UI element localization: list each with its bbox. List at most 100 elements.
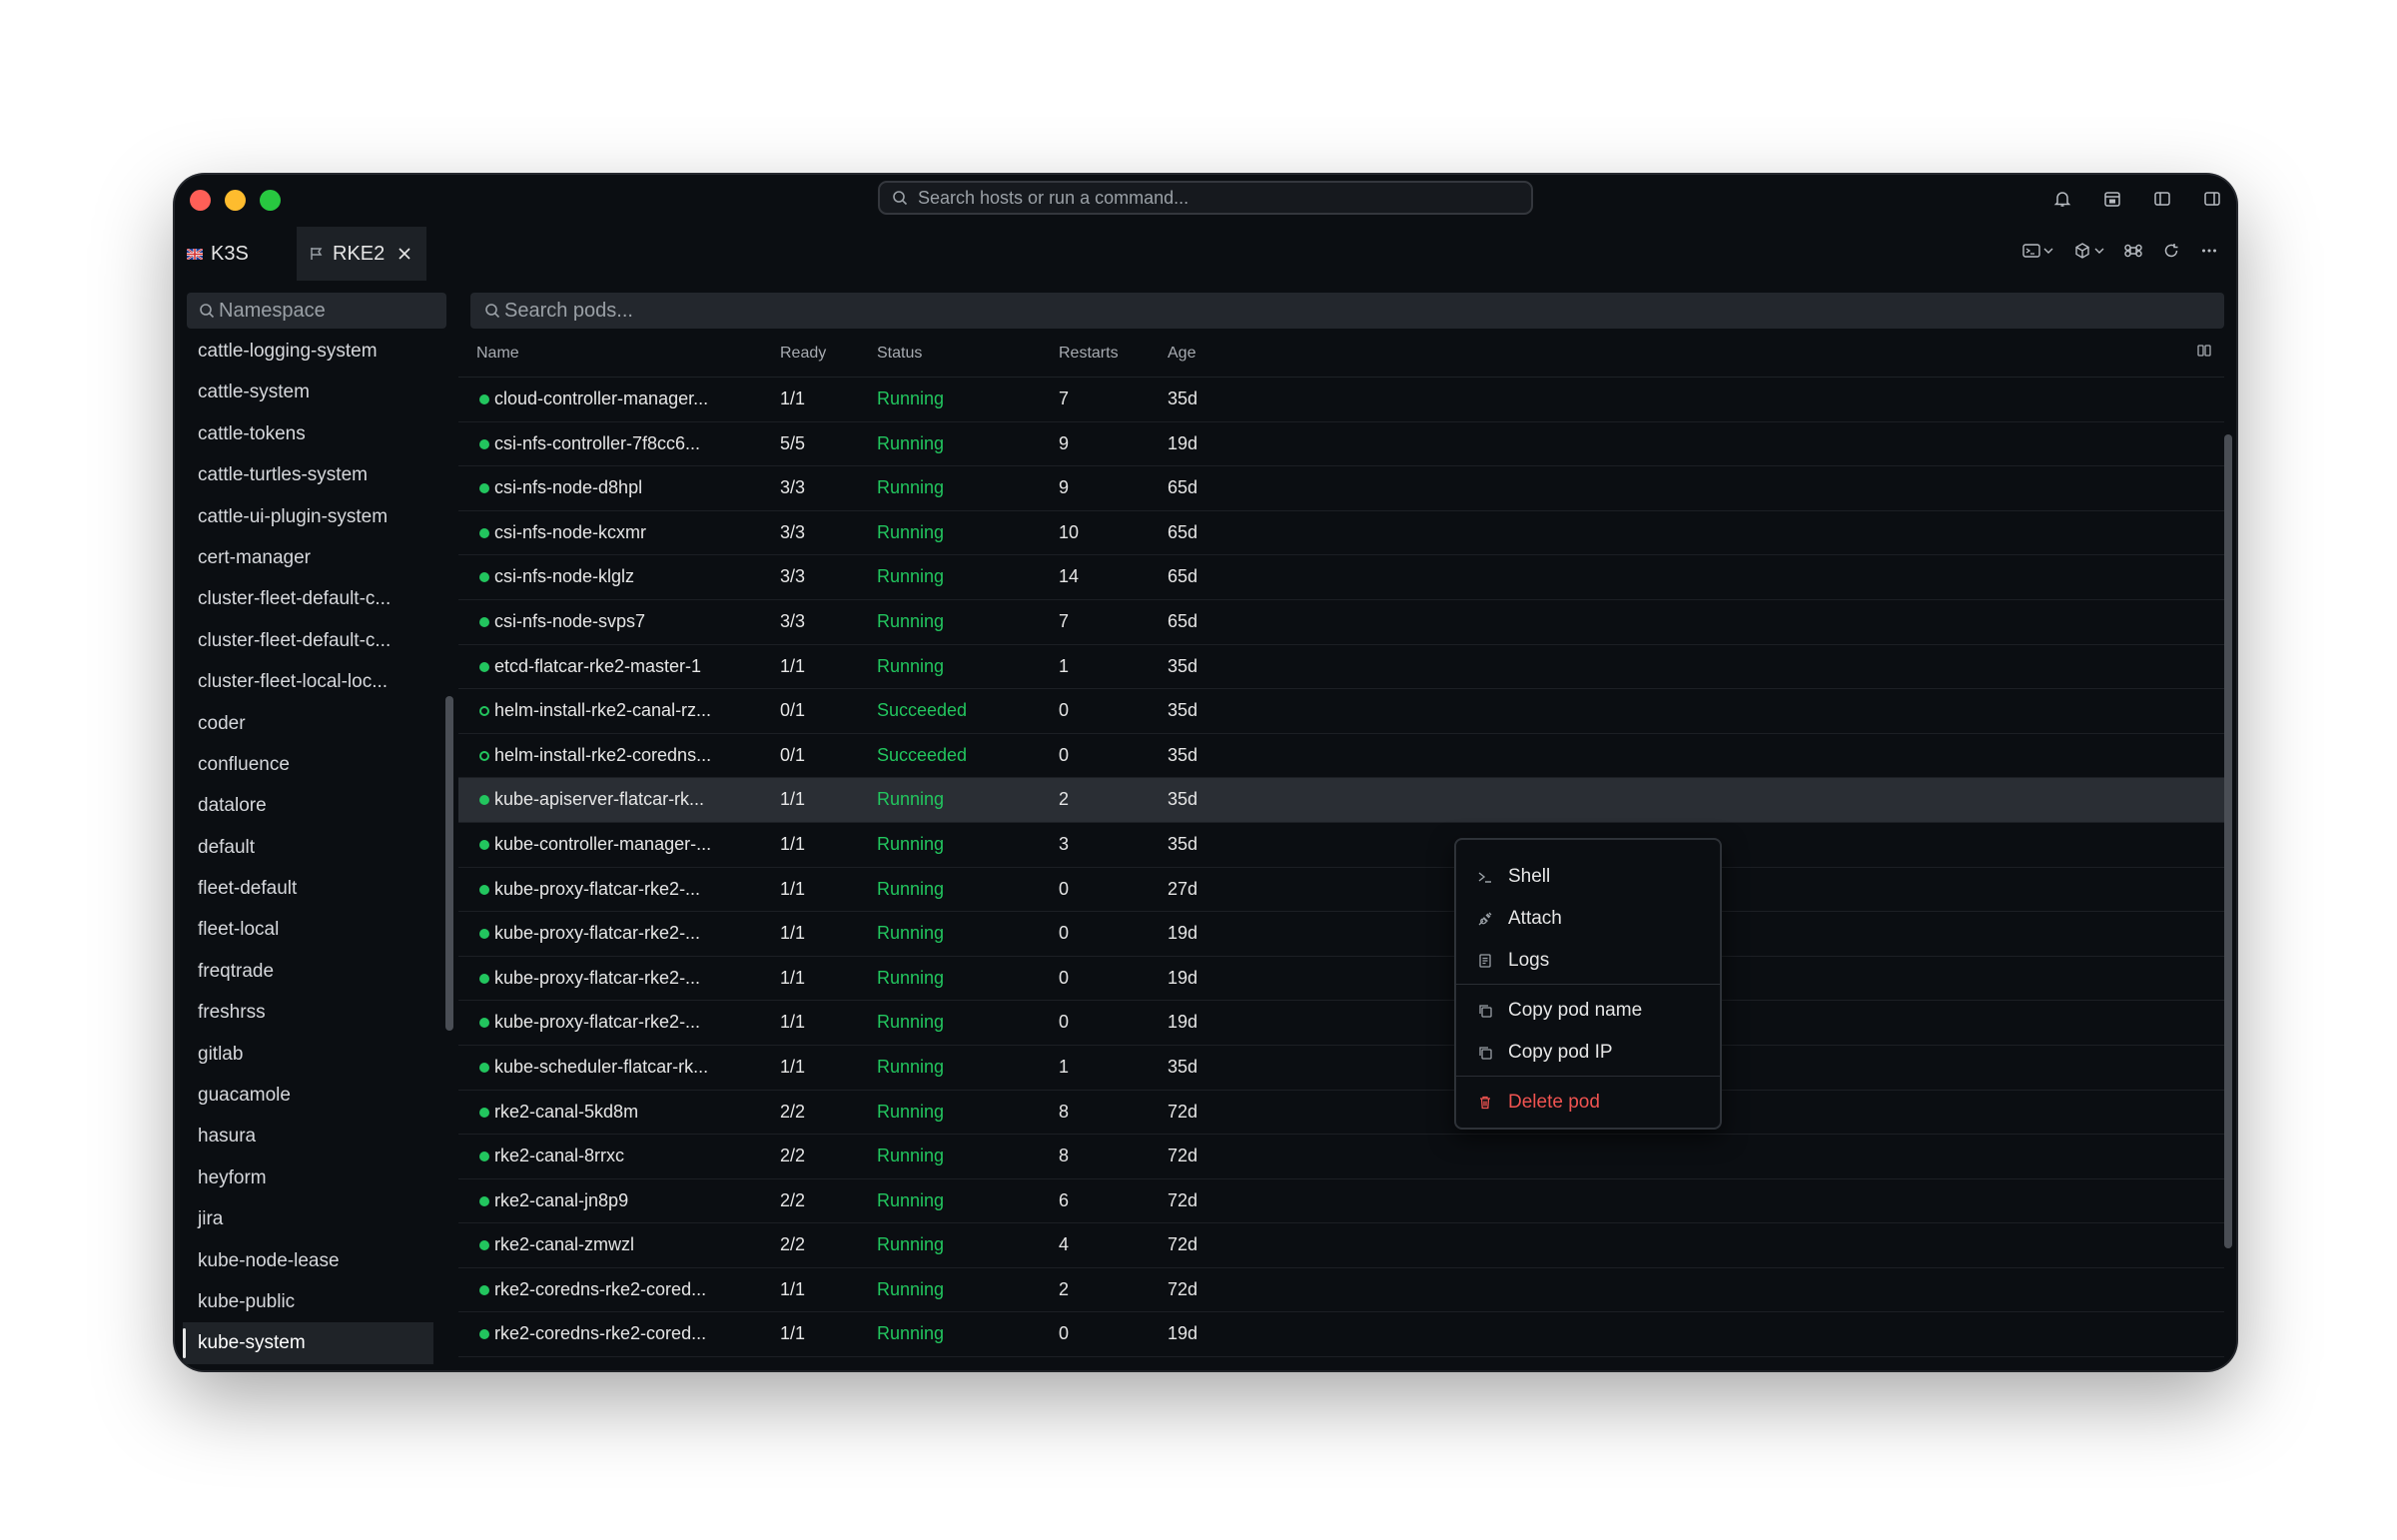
- sidebar-item-namespace[interactable]: confluence: [175, 744, 444, 785]
- menu-item-copy-pod-name[interactable]: Copy pod name: [1456, 990, 1720, 1032]
- sidebar-left-icon[interactable]: [2150, 187, 2174, 211]
- table-row[interactable]: etcd-flatcar-rke2-master-1 1/1 Running 1 35d: [458, 645, 2224, 690]
- table-row[interactable]: kube-proxy-flatcar-rke2-... 1/1 Running 0 19…: [458, 957, 2224, 1002]
- namespace-list: cattle-logging-system cattle-system cattle…: [175, 331, 444, 1364]
- table-row[interactable]: helm-install-rke2-canal-rz... 0/1 Succeede…: [458, 689, 2224, 734]
- sidebar-item-namespace[interactable]: cluster-fleet-default-c...: [175, 620, 444, 661]
- menu-item-attach[interactable]: Attach: [1456, 898, 1720, 940]
- sidebar-item-namespace[interactable]: kube-system: [183, 1322, 433, 1364]
- table-row[interactable]: csi-nfs-node-klglz 3/3 Running 14 65d: [458, 555, 2224, 600]
- cluster-icon: [309, 246, 325, 262]
- table-row[interactable]: kube-proxy-flatcar-rke2-... 1/1 Running 0 19…: [458, 1001, 2224, 1046]
- sidebar-scrollbar[interactable]: [445, 696, 453, 1031]
- table-row[interactable]: kube-proxy-flatcar-rke2-... 1/1 Running 0 27…: [458, 868, 2224, 913]
- sidebar-item-namespace[interactable]: guacamole: [175, 1075, 444, 1116]
- menu-item-shell[interactable]: Shell: [1456, 856, 1720, 898]
- table-row[interactable]: kube-apiserver-flatcar-rk... 1/1 Running 2 3…: [458, 778, 2224, 823]
- table-row[interactable]: rke2-coredns-rke2-cored... 1/1 Running 0 19d: [458, 1312, 2224, 1358]
- table-row[interactable]: rke2-coredns-rke2-cored... 1/1 Running 2 72d: [458, 1268, 2224, 1313]
- pod-age-cell: 65d: [1168, 521, 1198, 542]
- sidebar-item-namespace[interactable]: cattle-ui-plugin-system: [175, 496, 444, 537]
- column-age[interactable]: Age: [1168, 331, 1196, 377]
- pod-age-cell: 19d: [1168, 967, 1198, 988]
- sidebar-item-namespace[interactable]: cattle-turtles-system: [175, 454, 444, 495]
- sidebar-item-namespace[interactable]: freshrss: [175, 992, 444, 1033]
- sidebar-item-namespace[interactable]: datalore: [175, 785, 444, 826]
- pod-ready-cell: 3/3: [780, 477, 806, 498]
- pod-search-placeholder: Search pods...: [504, 299, 633, 322]
- pod-status-cell: Running: [877, 789, 945, 810]
- sidebar-item-namespace[interactable]: cert-manager: [175, 537, 444, 578]
- column-status[interactable]: Status: [877, 331, 922, 377]
- table-row[interactable]: csi-nfs-controller-7f8cc6... 5/5 Running 9 1…: [458, 422, 2224, 467]
- table-row[interactable]: csi-nfs-node-svps7 3/3 Running 7 65d: [458, 600, 2224, 645]
- sidebar-item-namespace[interactable]: cluster-fleet-default-c...: [175, 578, 444, 619]
- sidebar-item-namespace[interactable]: cattle-tokens: [175, 413, 444, 454]
- pod-name-cell: kube-proxy-flatcar-rke2-...: [494, 878, 701, 899]
- sidebar-item-namespace[interactable]: hasura: [175, 1116, 444, 1156]
- command-search-input[interactable]: Search hosts or run a command...: [878, 181, 1533, 215]
- column-restarts[interactable]: Restarts: [1059, 331, 1119, 377]
- tab-rke2-label: RKE2: [333, 242, 386, 265]
- sidebar-item-namespace[interactable]: cattle-logging-system: [175, 331, 444, 372]
- sidebar-item-namespace[interactable]: kube-node-lease: [175, 1240, 444, 1281]
- menu-item-logs[interactable]: Logs: [1456, 940, 1720, 982]
- sidebar-item-namespace[interactable]: kube-public: [175, 1281, 444, 1322]
- table-row[interactable]: kube-controller-manager-... 1/1 Running 3 35…: [458, 823, 2224, 868]
- cube-menu-icon[interactable]: [2073, 242, 2104, 260]
- bell-icon[interactable]: [2050, 187, 2074, 211]
- column-ready[interactable]: Ready: [780, 331, 826, 377]
- column-name[interactable]: Name: [476, 331, 519, 377]
- tab-k3s[interactable]: K3S: [187, 227, 297, 281]
- table-row[interactable]: rke2-canal-8rrxc 2/2 Running 8 72d: [458, 1135, 2224, 1179]
- pod-restarts-cell: 8: [1059, 1146, 1070, 1166]
- minimize-window-button[interactable]: [225, 190, 246, 211]
- pod-status-cell: Running: [877, 1101, 945, 1122]
- more-icon[interactable]: [2200, 242, 2218, 260]
- zoom-window-button[interactable]: [260, 190, 281, 211]
- tab-rke2[interactable]: RKE2: [297, 227, 426, 281]
- close-icon[interactable]: [397, 246, 412, 262]
- pod-ready-cell: 1/1: [780, 1357, 805, 1370]
- table-row[interactable]: rke2-canal-5kd8m 2/2 Running 8 72d: [458, 1091, 2224, 1136]
- pod-name-cell: kube-proxy-flatcar-rke2-...: [494, 923, 701, 944]
- menu-item-copy-pod-ip[interactable]: Copy pod IP: [1456, 1032, 1720, 1074]
- pod-age-cell: 35d: [1168, 1056, 1198, 1077]
- namespace-search-input[interactable]: Namespace: [187, 293, 446, 329]
- sidebar-item-namespace[interactable]: cluster-fleet-local-loc...: [175, 661, 444, 702]
- menu-item-delete-pod-label: Delete pod: [1508, 1092, 1600, 1113]
- pod-restarts-cell: 7: [1059, 388, 1070, 408]
- pod-ready-cell: 1/1: [780, 833, 806, 854]
- table-row[interactable]: helm-install-rke2-coredns... 0/1 Succeeded…: [458, 734, 2224, 779]
- table-row[interactable]: csi-nfs-node-kcxmr 3/3 Running 10 65d: [458, 511, 2224, 556]
- close-window-button[interactable]: [190, 190, 211, 211]
- command-key-icon[interactable]: [2124, 242, 2142, 260]
- terminal-menu-icon[interactable]: [2022, 243, 2053, 259]
- columns-icon[interactable]: [2196, 343, 2212, 364]
- pod-restarts-cell: 0: [1059, 1357, 1069, 1370]
- menu-item-copy-pod-name-label: Copy pod name: [1508, 1000, 1643, 1021]
- table-row[interactable]: kube-scheduler-flatcar-rk... 1/1 Running 1 3…: [458, 1046, 2224, 1091]
- calendar-icon[interactable]: [2100, 187, 2124, 211]
- sidebar-item-namespace[interactable]: freqtrade: [175, 951, 444, 992]
- table-row[interactable]: cloud-controller-manager... 1/1 Running 7 35…: [458, 378, 2224, 422]
- table-row[interactable]: rke2-canal-jn8p9 2/2 Running 6 72d: [458, 1179, 2224, 1224]
- pod-ready-cell: 3/3: [780, 566, 806, 587]
- sidebar-item-namespace[interactable]: coder: [175, 703, 444, 744]
- table-row[interactable]: rke2-coredns-rke2-cored... 1/1 Running 0 19d: [458, 1357, 2224, 1370]
- refresh-icon[interactable]: [2162, 242, 2180, 260]
- pod-search-input[interactable]: Search pods...: [470, 293, 2224, 329]
- menu-item-delete-pod[interactable]: Delete pod: [1456, 1082, 1720, 1124]
- table-row[interactable]: csi-nfs-node-d8hpl 3/3 Running 9 65d: [458, 466, 2224, 511]
- sidebar-right-icon[interactable]: [2200, 187, 2224, 211]
- sidebar-item-namespace[interactable]: fleet-local: [175, 909, 444, 950]
- sidebar-item-namespace[interactable]: cattle-system: [175, 372, 444, 412]
- sidebar-item-namespace[interactable]: default: [175, 827, 444, 868]
- sidebar-item-namespace[interactable]: heyform: [175, 1157, 444, 1198]
- table-row[interactable]: rke2-canal-zmwzl 2/2 Running 4 72d: [458, 1223, 2224, 1268]
- table-scrollbar[interactable]: [2224, 434, 2232, 1248]
- sidebar-item-namespace[interactable]: gitlab: [175, 1034, 444, 1075]
- sidebar-item-namespace[interactable]: jira: [175, 1198, 444, 1239]
- table-row[interactable]: kube-proxy-flatcar-rke2-... 1/1 Running 0 19…: [458, 912, 2224, 957]
- sidebar-item-namespace[interactable]: fleet-default: [175, 868, 444, 909]
